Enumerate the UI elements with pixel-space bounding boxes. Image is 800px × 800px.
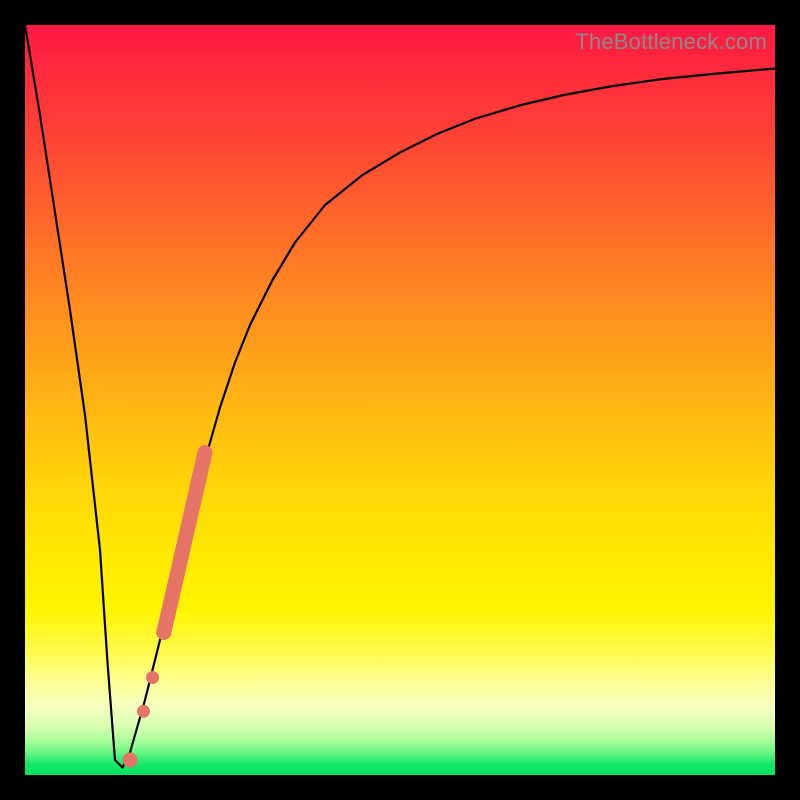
curve-svg <box>25 25 775 775</box>
highlight-dot <box>123 753 138 768</box>
plot-area: TheBottleneck.com <box>25 25 775 775</box>
bottleneck-curve <box>25 25 775 768</box>
highlight-dots <box>123 453 206 768</box>
chart-frame: TheBottleneck.com <box>0 0 800 800</box>
highlight-dot <box>146 671 159 684</box>
highlight-dot <box>137 705 150 718</box>
highlight-segment <box>164 453 205 633</box>
